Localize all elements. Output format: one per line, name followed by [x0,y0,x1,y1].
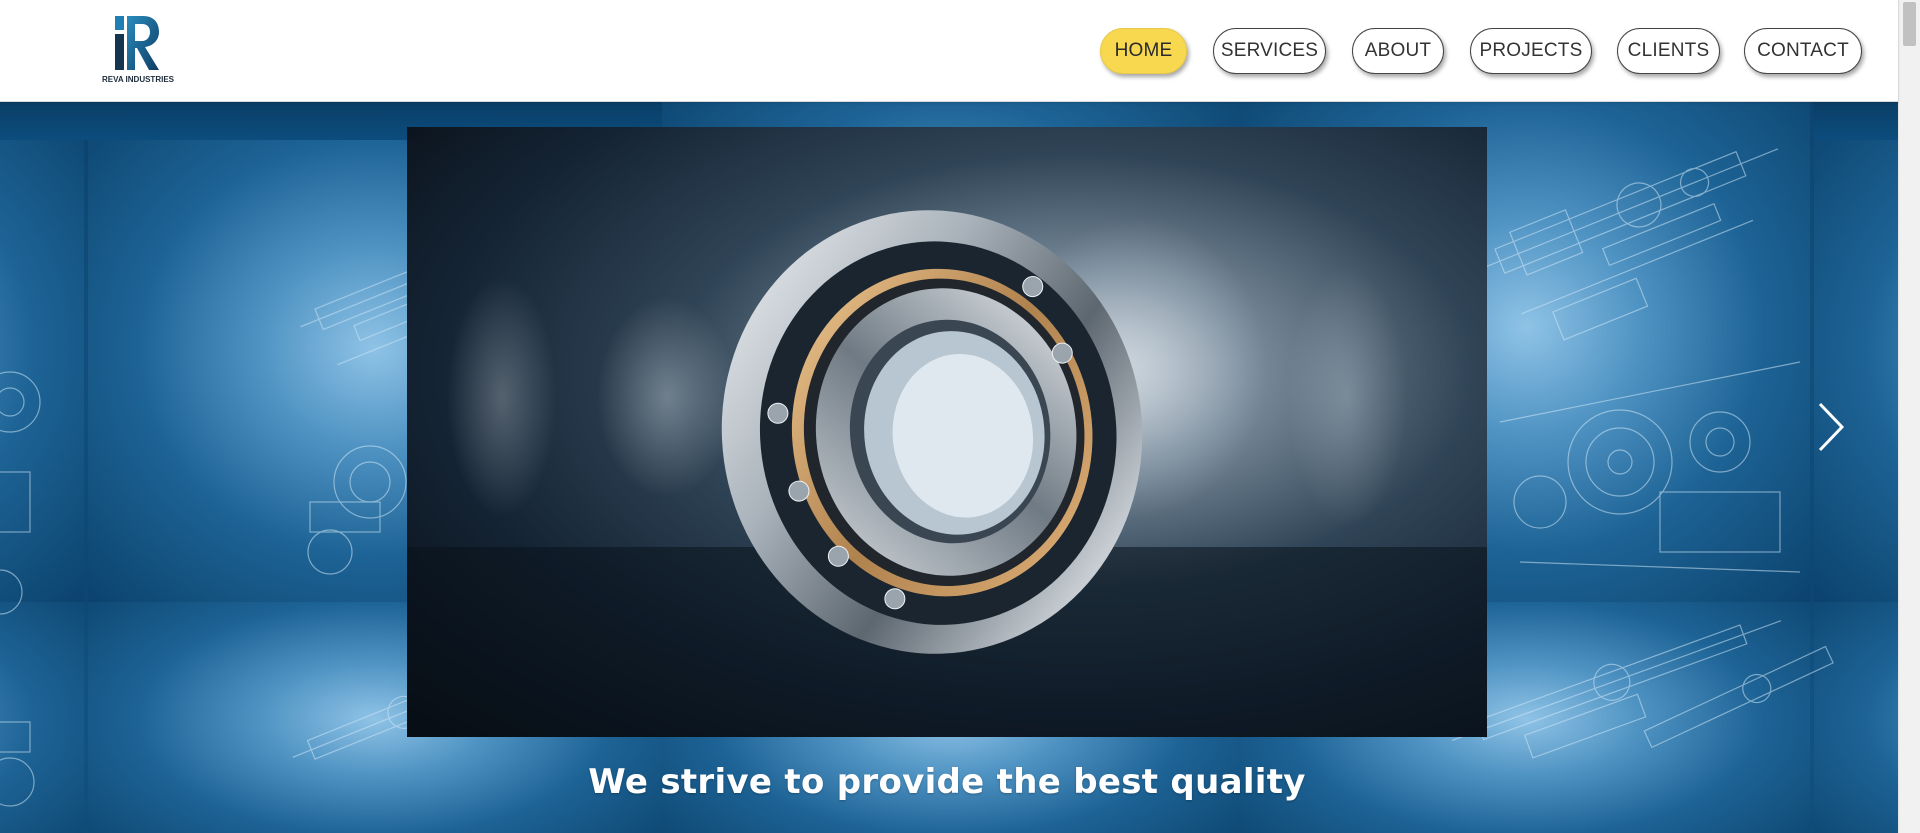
nav-services-button[interactable]: SERVICES [1213,28,1326,74]
hero-section: We strive to provide the best quality [0,102,1898,833]
reva-logo[interactable]: REVA INDUSTRIES [100,14,176,88]
page-scrollbar[interactable] [1898,0,1920,833]
chevron-right-icon[interactable] [1816,402,1846,452]
site-header: REVA INDUSTRIES HOME SERVICES ABOUT PROJ… [0,0,1898,102]
nav-contact-button[interactable]: CONTACT [1744,28,1862,74]
scrollbar-thumb[interactable] [1903,2,1916,46]
bearing-video[interactable] [407,127,1487,737]
logo-r-mark-icon [115,16,159,70]
nav-about-button[interactable]: ABOUT [1352,28,1444,74]
ball-bearing-image [407,210,1487,737]
nav-home-button[interactable]: HOME [1100,28,1187,74]
hero-tagline: We strive to provide the best quality [588,762,1306,802]
nav-clients-button[interactable]: CLIENTS [1617,28,1720,74]
nav-projects-button[interactable]: PROJECTS [1470,28,1592,74]
logo-text: REVA INDUSTRIES [101,75,174,84]
